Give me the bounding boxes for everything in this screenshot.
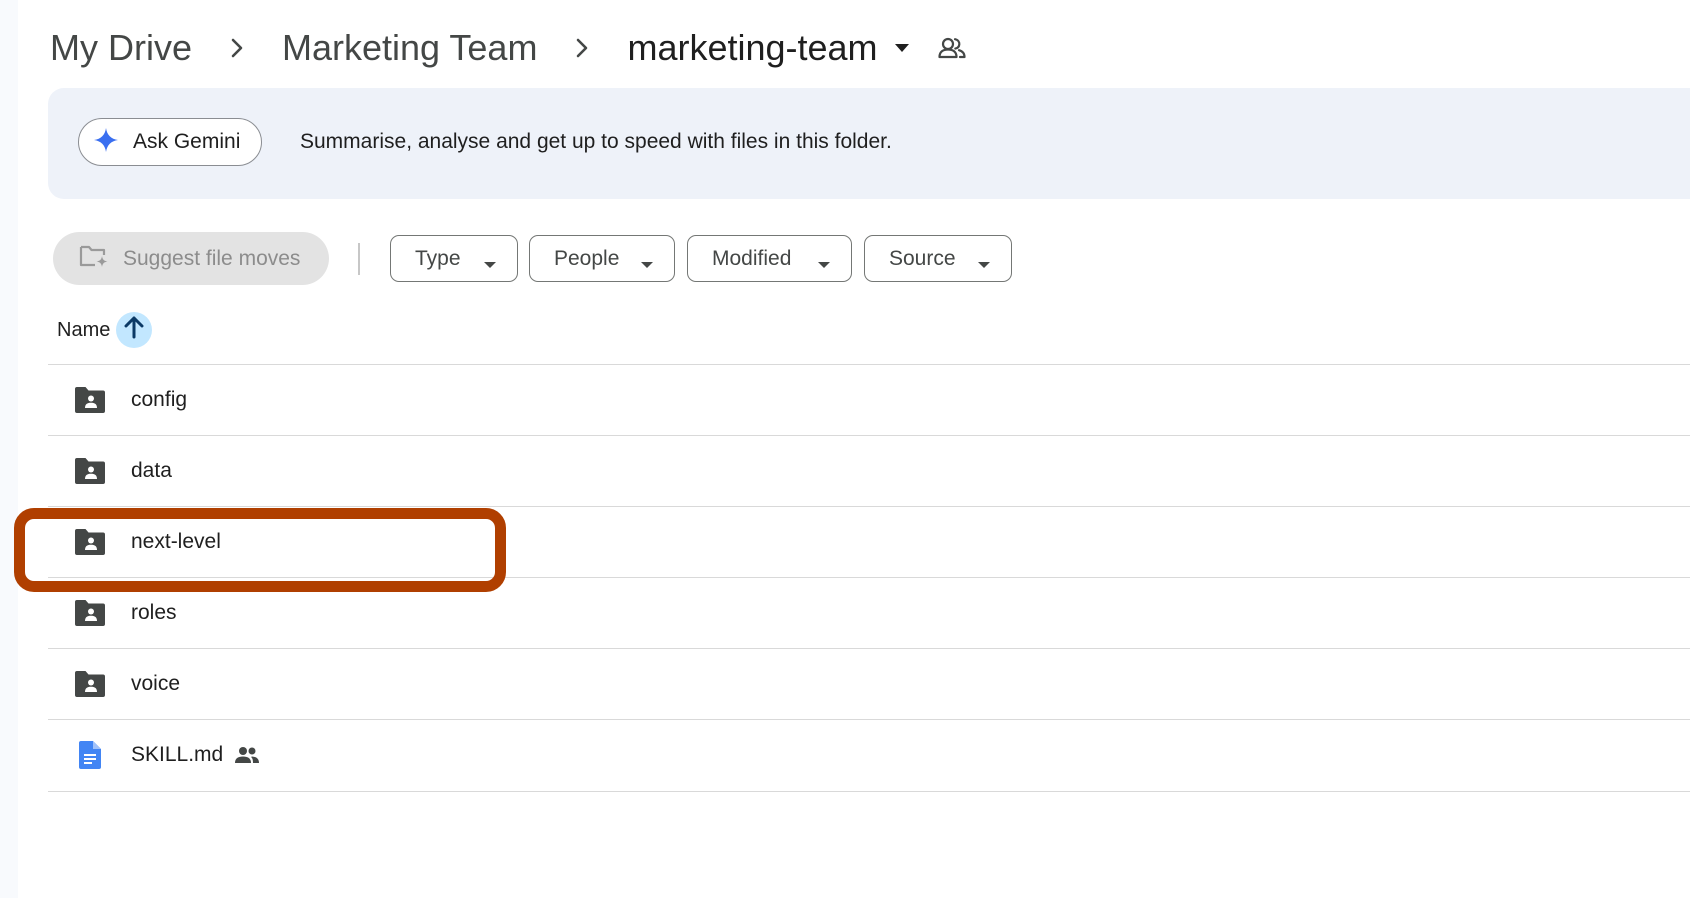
- file-row-next-level[interactable]: next-level: [48, 506, 1690, 577]
- filter-chip-label: Source: [889, 246, 956, 270]
- breadcrumb-my-drive[interactable]: My Drive: [48, 27, 194, 69]
- file-row-voice[interactable]: voice: [48, 648, 1690, 719]
- suggest-file-moves-label: Suggest file moves: [123, 246, 301, 270]
- chevron-right-icon: [569, 35, 595, 61]
- file-row-skill-md[interactable]: SKILL.md: [48, 719, 1690, 792]
- file-list: config data next-level roles voice SKILL…: [48, 364, 1690, 792]
- chevron-right-icon: [224, 35, 250, 61]
- filter-divider: [358, 243, 360, 275]
- arrow-up-icon: [123, 315, 145, 345]
- shared-people-icon: [234, 742, 260, 768]
- gemini-banner: Ask Gemini Summarise, analyse and get up…: [48, 88, 1690, 199]
- file-row-roles[interactable]: roles: [48, 577, 1690, 648]
- shared-folder-icon: [74, 384, 106, 416]
- filter-chip-type[interactable]: Type: [390, 235, 518, 282]
- caret-down-icon[interactable]: [890, 36, 914, 60]
- filter-chip-label: Type: [415, 246, 461, 270]
- shared-folder-icon: [74, 668, 106, 700]
- doc-icon: [74, 739, 106, 771]
- caret-down-icon: [977, 253, 991, 268]
- file-row-config[interactable]: config: [48, 364, 1690, 435]
- ask-gemini-label: Ask Gemini: [133, 130, 241, 153]
- column-header-label: Name: [57, 318, 111, 341]
- folder-sparkle-icon: [79, 243, 109, 275]
- drive-folder-view: My Drive Marketing Team marketing-team A…: [0, 0, 1690, 898]
- filter-chip-label: People: [554, 246, 620, 270]
- breadcrumb-marketing-team[interactable]: Marketing Team: [280, 27, 539, 69]
- file-name: voice: [131, 672, 181, 695]
- shared-folder-icon: [74, 597, 106, 629]
- file-name: SKILL.md: [131, 743, 224, 767]
- file-name: config: [131, 388, 188, 411]
- file-name: data: [131, 459, 172, 482]
- suggest-file-moves-button[interactable]: Suggest file moves: [53, 232, 329, 285]
- filter-chip-people[interactable]: People: [529, 235, 675, 282]
- shared-folder-icon: [74, 455, 106, 487]
- caret-down-icon: [817, 253, 831, 268]
- caret-down-icon: [640, 253, 654, 268]
- column-header-name[interactable]: Name: [57, 312, 153, 348]
- gemini-description: Summarise, analyse and get up to speed w…: [300, 130, 892, 153]
- file-row-data[interactable]: data: [48, 435, 1690, 506]
- filter-chip-label: Modified: [712, 246, 792, 270]
- caret-down-icon: [483, 253, 497, 268]
- file-name: roles: [131, 601, 177, 624]
- gemini-sparkle-icon: [93, 127, 119, 158]
- ask-gemini-button[interactable]: Ask Gemini: [78, 118, 262, 166]
- breadcrumb: My Drive Marketing Team marketing-team: [48, 22, 968, 74]
- breadcrumb-current-folder[interactable]: marketing-team: [625, 27, 879, 69]
- shared-folder-icon: [74, 526, 106, 558]
- filter-chip-source[interactable]: Source: [864, 235, 1012, 282]
- file-name: next-level: [131, 530, 221, 553]
- sort-ascending-button[interactable]: [116, 312, 153, 348]
- shared-folder-icon[interactable]: [936, 32, 968, 64]
- filter-chip-modified[interactable]: Modified: [687, 235, 852, 282]
